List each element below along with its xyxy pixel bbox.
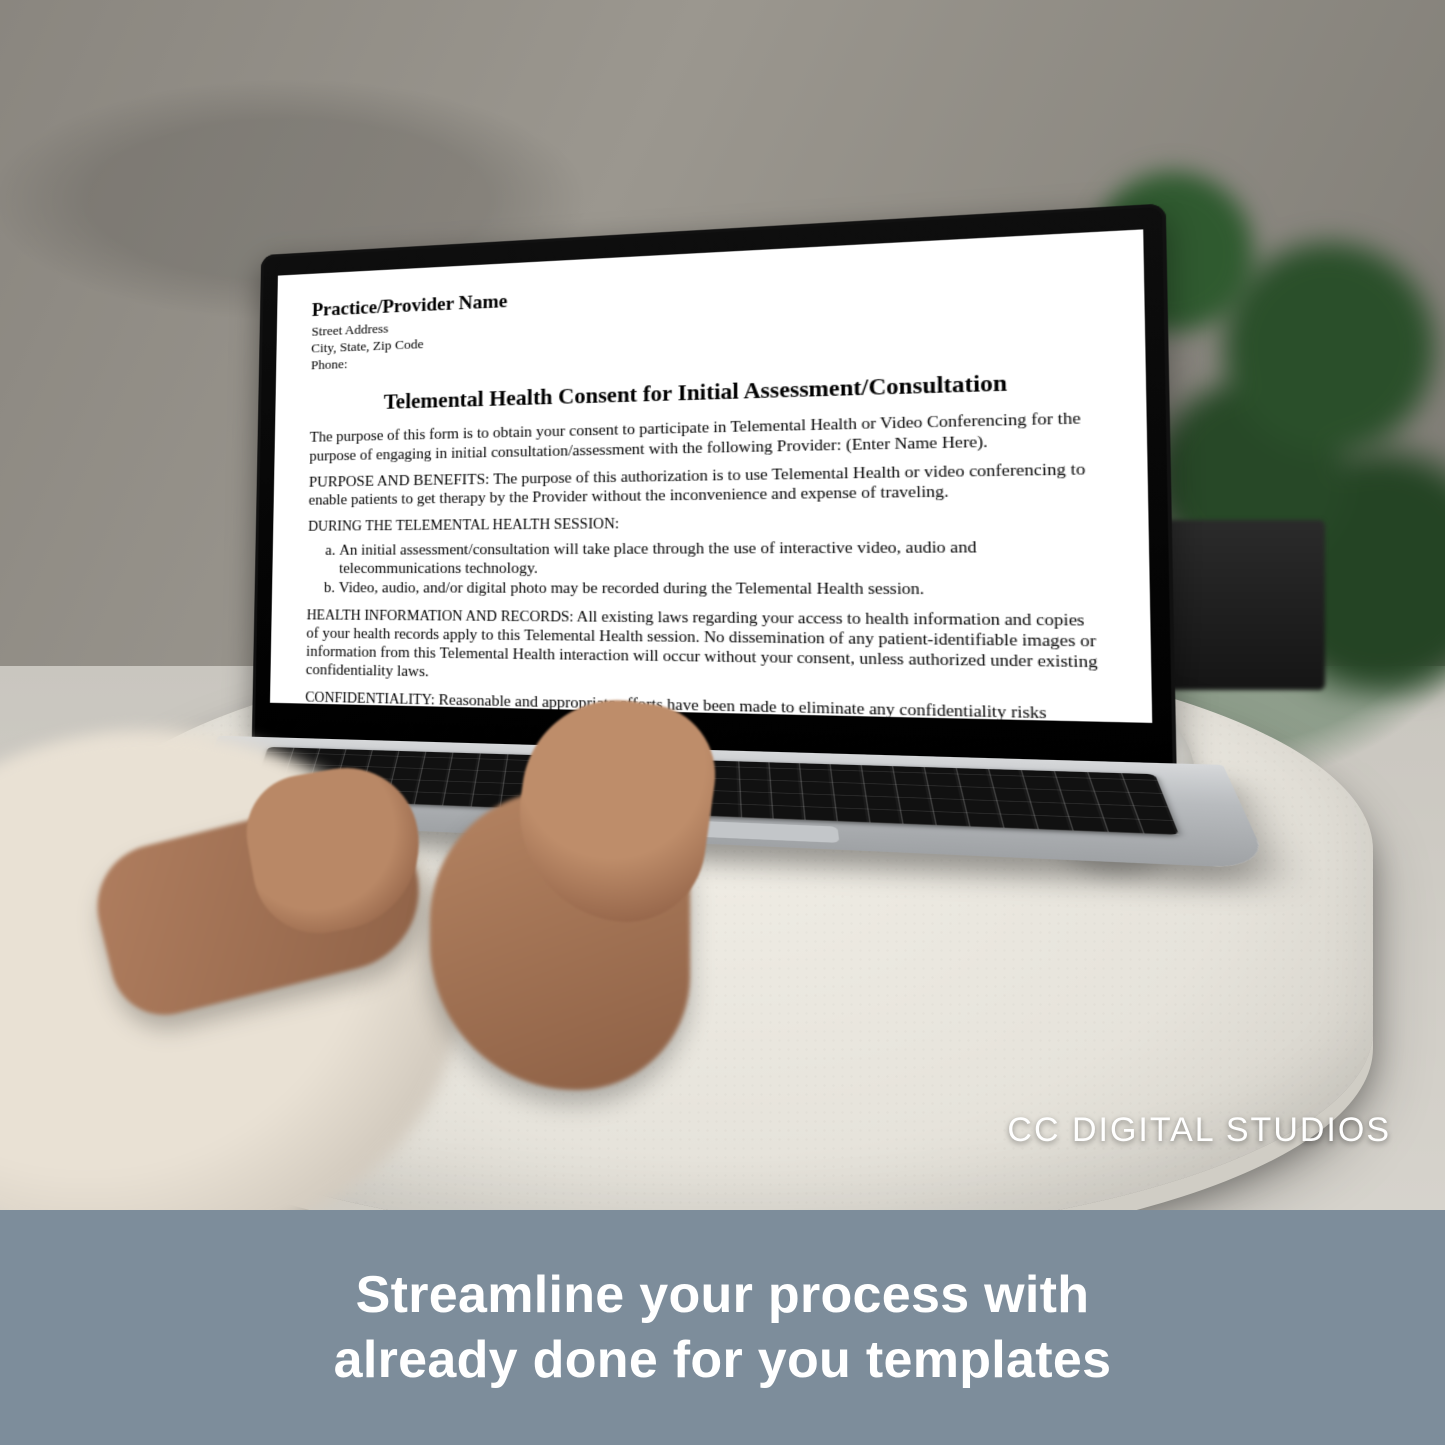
during-list: An initial assessment/consultation will … [339, 537, 1104, 601]
caption-bar: Streamline your process withalready done… [0, 1210, 1445, 1445]
brand-watermark: CC DIGITAL STUDIOS [1007, 1111, 1391, 1150]
during-item: An initial assessment/consultation will … [339, 537, 1103, 579]
health-section: HEALTH INFORMATION AND RECORDS: All exis… [306, 606, 1106, 695]
document-title: Telemental Health Consent for Initial As… [310, 366, 1100, 417]
plant-pot [1165, 520, 1325, 690]
document-intro: The purpose of this form is to obtain yo… [309, 409, 1101, 466]
purpose-section: PURPOSE AND BENEFITS: The purpose of thi… [308, 459, 1102, 510]
confidentiality-section: CONFIDENTIALITY: Reasonable and appropri… [305, 688, 1106, 723]
promo-image: Practice/Provider Name Street Address Ci… [0, 0, 1445, 1445]
consent-document: Practice/Provider Name Street Address Ci… [270, 229, 1152, 723]
during-label: DURING THE TELEMENTAL HEALTH SESSION: [308, 510, 1102, 535]
laptop-screen: Practice/Provider Name Street Address Ci… [270, 229, 1152, 723]
laptop-lid: Practice/Provider Name Street Address Ci… [252, 203, 1177, 768]
during-item: Video, audio, and/or digital photo may b… [339, 579, 1104, 601]
photo-scene: Practice/Provider Name Street Address Ci… [0, 0, 1445, 1210]
confidentiality-label: CONFIDENTIALITY: [305, 690, 435, 708]
purpose-label: PURPOSE AND BENEFITS: [309, 472, 490, 491]
caption-text: Streamline your process withalready done… [334, 1263, 1112, 1393]
health-label: HEALTH INFORMATION AND RECORDS: [307, 608, 574, 625]
